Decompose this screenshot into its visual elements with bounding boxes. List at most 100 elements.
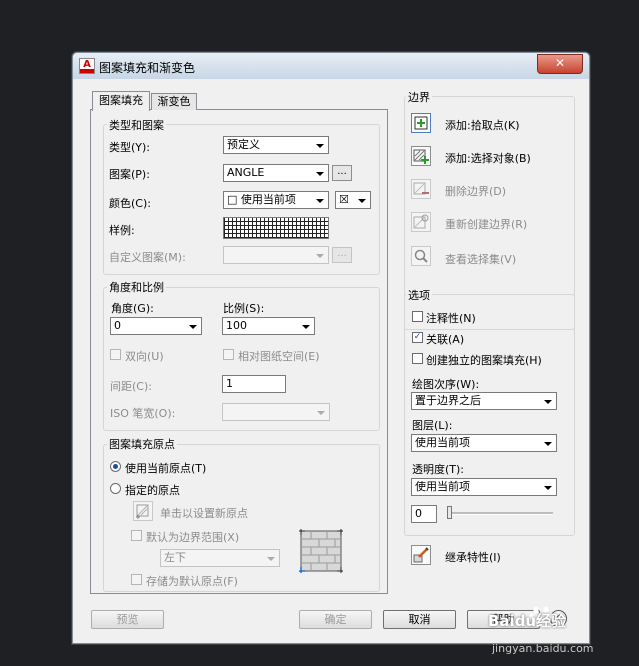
pattern-select[interactable]: ANGLE	[223, 164, 329, 182]
layer-select[interactable]: 使用当前项	[411, 434, 557, 452]
spacing-label: 间距(C):	[110, 380, 152, 393]
close-button[interactable]: ✕	[537, 54, 583, 74]
add-pick-points-label[interactable]: 添加:拾取点(K)	[445, 117, 520, 133]
remove-boundaries-button[interactable]	[411, 179, 431, 199]
draw-order-select[interactable]: 置于边界之后	[411, 392, 557, 410]
transparency-level-input[interactable]: 0	[411, 505, 437, 523]
recreate-boundary-label[interactable]: 重新创建边界(R)	[445, 216, 527, 232]
custom-pattern-browse-button[interactable]: ...	[332, 247, 352, 263]
custom-pattern-label: 自定义图案(M):	[109, 251, 186, 264]
scale-value: 100	[226, 319, 247, 332]
type-pattern-title: 类型和图案	[107, 117, 166, 133]
tab-gradient-label: 渐变色	[157, 95, 191, 108]
scale-label: 比例(S):	[223, 302, 265, 315]
watermark-brand: Baidu经验	[488, 612, 567, 630]
transparency-slider-track[interactable]	[447, 512, 553, 515]
background-color-select[interactable]: ☒	[335, 191, 371, 209]
add-select-objects-button[interactable]	[411, 146, 431, 166]
remove-boundaries-label[interactable]: 删除边界(D)	[445, 183, 506, 199]
cancel-button[interactable]: 取消	[383, 610, 456, 629]
add-select-objects-label[interactable]: 添加:选择对象(B)	[445, 150, 531, 166]
type-select-value: 预定义	[227, 138, 260, 151]
default-extent-label: 默认为边界范围(X)	[146, 531, 240, 544]
default-extent-checkbox[interactable]	[131, 530, 142, 541]
color-select-value: □ 使用当前项	[227, 193, 296, 206]
inherit-properties-button[interactable]	[411, 545, 431, 565]
window-title: 图案填充和渐变色	[99, 61, 196, 75]
add-pick-points-button[interactable]	[411, 113, 431, 133]
double-label: 双向(U)	[125, 350, 164, 363]
scale-select[interactable]: 100	[222, 317, 315, 335]
custom-pattern-select[interactable]	[223, 246, 329, 264]
pick-point-icon	[414, 116, 428, 130]
transparency-value: 使用当前项	[415, 480, 470, 493]
set-origin-button[interactable]	[133, 501, 153, 521]
options-title: 选项	[406, 287, 432, 303]
recreate-boundary-icon	[413, 214, 429, 229]
magnifier-icon	[414, 249, 428, 263]
chevron-down-icon	[302, 325, 310, 329]
pattern-select-value: ANGLE	[227, 166, 265, 179]
angle-value: 0	[114, 319, 121, 332]
iso-pen-select[interactable]	[222, 403, 330, 421]
view-selections-label[interactable]: 查看选择集(V)	[445, 251, 516, 267]
chevron-down-icon	[267, 557, 275, 561]
use-current-origin-radio[interactable]	[110, 461, 121, 472]
type-label: 类型(Y):	[109, 141, 151, 154]
type-select[interactable]: 预定义	[223, 136, 329, 154]
chevron-down-icon	[316, 199, 324, 203]
draw-order-label: 绘图次序(W):	[412, 378, 480, 391]
pattern-swatch[interactable]	[223, 217, 329, 239]
angle-label: 角度(G):	[111, 302, 154, 315]
chevron-down-icon	[544, 486, 552, 490]
remove-boundary-icon	[413, 182, 429, 195]
preview-button[interactable]: 预览	[91, 610, 164, 629]
store-default-checkbox[interactable]	[131, 574, 142, 585]
relative-paper-checkbox[interactable]	[223, 349, 234, 360]
transparency-slider-thumb[interactable]	[447, 506, 452, 519]
separate-hatches-checkbox[interactable]	[412, 353, 423, 364]
brush-icon	[413, 547, 429, 563]
extent-value: 左下	[164, 551, 186, 564]
select-objects-icon	[413, 149, 429, 164]
title-bar[interactable]: A 图案填充和渐变色 ✕	[73, 53, 589, 79]
pattern-browse-button[interactable]: ...	[332, 165, 352, 181]
autocad-app-icon: A	[79, 58, 95, 74]
iso-pen-label: ISO 笔宽(O):	[110, 407, 176, 420]
extent-select[interactable]: 左下	[160, 549, 280, 567]
tab-gradient[interactable]: 渐变色	[151, 93, 197, 110]
watermark-url: jingyan.baidu.com	[492, 642, 594, 655]
origin-title: 图案填充原点	[107, 436, 177, 452]
click-set-origin-label: 单击以设置新原点	[160, 507, 248, 520]
spacing-input[interactable]: 1	[222, 375, 286, 393]
annotative-label: 注释性(N)	[426, 312, 476, 325]
draw-order-value: 置于边界之后	[415, 394, 481, 407]
ok-button[interactable]: 确定	[299, 610, 372, 629]
transparency-select[interactable]: 使用当前项	[411, 478, 557, 496]
associative-checkbox[interactable]: ✓	[412, 332, 423, 343]
chevron-down-icon	[358, 199, 366, 203]
transparency-label: 透明度(T):	[412, 463, 465, 476]
color-label: 颜色(C):	[109, 197, 151, 210]
chevron-down-icon	[316, 254, 324, 258]
use-current-origin-label: 使用当前原点(T)	[125, 462, 207, 475]
tab-hatch-label: 图案填充	[99, 94, 143, 107]
inherit-properties-label[interactable]: 继承特性(I)	[445, 549, 501, 565]
double-checkbox[interactable]	[110, 349, 121, 360]
color-select[interactable]: □ 使用当前项	[223, 191, 329, 209]
background-color-value: ☒	[339, 193, 349, 206]
brick-pattern-icon	[299, 529, 343, 573]
angle-select[interactable]: 0	[110, 317, 202, 335]
relative-paper-label: 相对图纸空间(E)	[238, 350, 320, 363]
chevron-down-icon	[316, 144, 324, 148]
recreate-boundary-button[interactable]	[411, 212, 431, 232]
view-selections-button[interactable]	[411, 246, 431, 266]
tab-hatch[interactable]: 图案填充	[92, 91, 150, 111]
associative-label: 关联(A)	[426, 333, 465, 346]
set-origin-icon	[136, 504, 149, 519]
layer-label: 图层(L):	[412, 419, 453, 432]
specified-origin-radio[interactable]	[110, 483, 121, 494]
store-default-label: 存储为默认原点(F)	[146, 575, 238, 588]
hatch-dialog: A 图案填充和渐变色 ✕ 图案填充 渐变色 类型和图案 类型(Y): 预定义 图…	[72, 52, 590, 644]
annotative-checkbox[interactable]	[412, 311, 423, 322]
